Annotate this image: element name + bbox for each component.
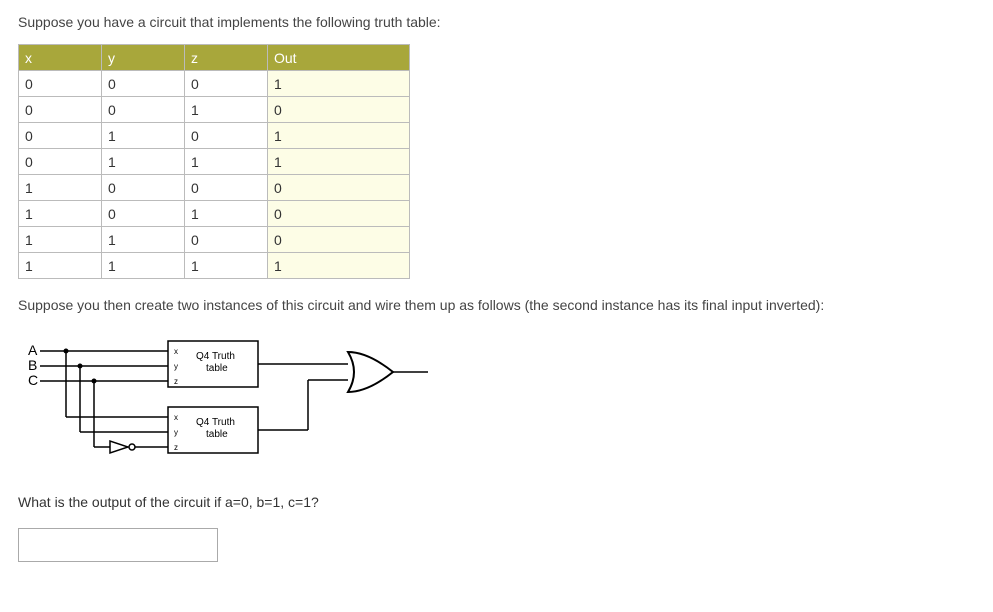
port-x-bot: x	[174, 413, 178, 422]
table-row: 0001	[19, 71, 410, 97]
table-cell: 1	[268, 123, 410, 149]
table-cell: 1	[102, 227, 185, 253]
table-cell: 0	[185, 175, 268, 201]
col-out-header: Out	[268, 45, 410, 71]
answer-input[interactable]	[18, 528, 218, 562]
table-cell: 1	[19, 227, 102, 253]
table-row: 1111	[19, 253, 410, 279]
input-b-label: B	[28, 357, 37, 373]
block-top-label-2: table	[206, 363, 228, 374]
or-gate-icon	[348, 352, 393, 392]
table-cell: 1	[19, 253, 102, 279]
port-y-top: y	[174, 362, 178, 371]
table-cell: 0	[102, 201, 185, 227]
table-cell: 0	[102, 97, 185, 123]
table-cell: 1	[102, 253, 185, 279]
port-z-bot: z	[174, 443, 178, 452]
table-cell: 0	[268, 97, 410, 123]
circuit-diagram: A B C x y z Q4 Truth table x y z Q4 Trut…	[18, 337, 458, 467]
table-row: 0111	[19, 149, 410, 175]
table-cell: 0	[19, 149, 102, 175]
table-cell: 1	[102, 123, 185, 149]
table-cell: 0	[268, 175, 410, 201]
input-c-label: C	[28, 372, 38, 388]
port-y-bot: y	[174, 428, 178, 437]
port-z-top: z	[174, 377, 178, 386]
block-bot-label-1: Q4 Truth	[196, 417, 235, 428]
question-text: What is the output of the circuit if a=0…	[18, 494, 975, 510]
table-cell: 0	[268, 227, 410, 253]
table-cell: 1	[185, 149, 268, 175]
table-cell: 0	[19, 71, 102, 97]
table-cell: 1	[268, 149, 410, 175]
table-cell: 0	[102, 71, 185, 97]
table-row: 1010	[19, 201, 410, 227]
input-a-label: A	[28, 342, 38, 358]
not-gate-icon	[110, 441, 128, 453]
table-cell: 1	[19, 175, 102, 201]
truth-table-body: 00010010010101111000101011001111	[19, 71, 410, 279]
table-cell: 1	[102, 149, 185, 175]
mid-text: Suppose you then create two instances of…	[18, 297, 975, 313]
table-row: 1000	[19, 175, 410, 201]
col-x-header: x	[19, 45, 102, 71]
col-y-header: y	[102, 45, 185, 71]
block-bot-label-2: table	[206, 429, 228, 440]
intro-text: Suppose you have a circuit that implemen…	[18, 14, 975, 30]
table-cell: 0	[102, 175, 185, 201]
table-cell: 0	[185, 123, 268, 149]
col-z-header: z	[185, 45, 268, 71]
table-cell: 1	[185, 201, 268, 227]
table-cell: 1	[19, 201, 102, 227]
table-cell: 0	[268, 201, 410, 227]
table-cell: 0	[185, 71, 268, 97]
block-top-label-1: Q4 Truth	[196, 351, 235, 362]
table-cell: 0	[19, 97, 102, 123]
truth-table: x y z Out 000100100101011110001010110011…	[18, 44, 410, 279]
table-cell: 0	[185, 227, 268, 253]
table-cell: 1	[185, 253, 268, 279]
table-cell: 1	[268, 253, 410, 279]
table-cell: 0	[19, 123, 102, 149]
table-cell: 1	[268, 71, 410, 97]
table-row: 1100	[19, 227, 410, 253]
port-x-top: x	[174, 347, 178, 356]
table-row: 0010	[19, 97, 410, 123]
table-cell: 1	[185, 97, 268, 123]
table-row: 0101	[19, 123, 410, 149]
